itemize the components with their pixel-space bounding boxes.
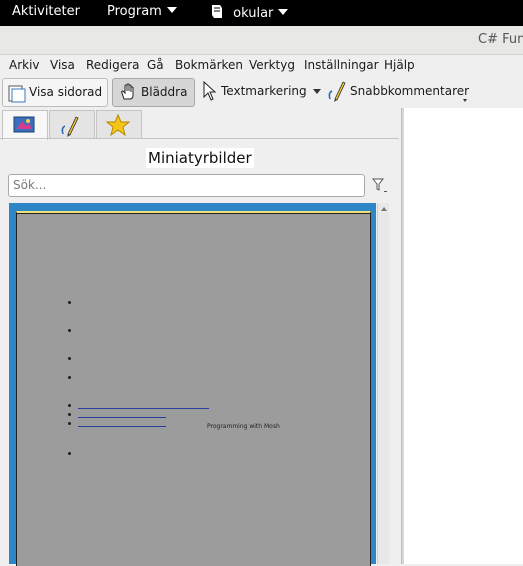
chevron-down-icon xyxy=(278,9,289,15)
bullet-3 xyxy=(68,357,71,360)
text-select-button[interactable]: Textmarkering xyxy=(221,84,307,98)
bullet-2 xyxy=(68,329,71,332)
tab-thumbnails[interactable] xyxy=(2,110,48,140)
quick-annotations-button[interactable]: Snabbkommentarer xyxy=(350,84,469,98)
app-menu-label: okular xyxy=(233,6,274,21)
search-field[interactable] xyxy=(8,174,365,197)
annotation-pencil-icon xyxy=(61,116,79,137)
thumbnail-caption: Programming with Mosh xyxy=(207,423,280,430)
okular-icon xyxy=(212,5,222,18)
filter-icon[interactable] xyxy=(372,178,388,194)
window-titlebar[interactable]: C# Fund xyxy=(0,26,523,55)
menubar: Arkiv Visa Redigera Gå Bokmärken Verktyg… xyxy=(0,55,523,77)
app-menu[interactable]: okular xyxy=(210,4,289,21)
menu-verktyg[interactable]: Verktyg xyxy=(249,58,295,72)
pencil-highlighter-icon xyxy=(328,81,346,102)
tab-separator xyxy=(0,138,399,139)
tab-bookmarks[interactable] xyxy=(96,110,142,139)
panel-title: Miniatyrbilder xyxy=(146,148,254,168)
menu-bokmarken[interactable]: Bokmärken xyxy=(175,58,243,72)
browse-tool-label: Bläddra xyxy=(141,85,188,99)
thumbnail-scrollbar[interactable] xyxy=(377,203,389,564)
dropdown-arrow-icon[interactable] xyxy=(313,89,321,94)
chevron-down-icon xyxy=(166,7,177,13)
menu-redigera[interactable]: Redigera xyxy=(86,58,139,72)
toolbar: Visa sidorad Bläddra Textmarkering Snabb… xyxy=(0,77,523,108)
bullet-5 xyxy=(68,404,71,407)
program-menu[interactable]: Program xyxy=(107,4,177,19)
menu-arkiv[interactable]: Arkiv xyxy=(9,58,40,72)
bullet-8 xyxy=(68,452,71,455)
page-view-icon xyxy=(8,85,26,103)
quick-annotations-arrow-icon[interactable] xyxy=(463,99,467,102)
scroll-up-arrow-icon[interactable] xyxy=(381,207,387,211)
document-view[interactable] xyxy=(404,108,523,564)
star-icon xyxy=(106,114,130,136)
link-line-2 xyxy=(78,417,166,418)
tab-annotations[interactable] xyxy=(49,110,95,139)
window-title: C# Fund xyxy=(478,32,523,47)
program-menu-label: Program xyxy=(107,4,162,19)
thumbnails-icon xyxy=(13,116,35,133)
menu-installningar[interactable]: Inställningar xyxy=(304,58,379,72)
top-panel: Aktiviteter Program okular xyxy=(0,0,523,26)
bullet-1 xyxy=(68,301,71,304)
menu-visa[interactable]: Visa xyxy=(50,58,75,72)
browse-tool-button[interactable]: Bläddra xyxy=(112,78,195,107)
menu-ga[interactable]: Gå xyxy=(147,58,164,72)
link-line-1 xyxy=(78,408,209,409)
single-page-button[interactable]: Visa sidorad xyxy=(2,78,108,107)
link-line-3 xyxy=(78,426,166,427)
menu-hjalp[interactable]: Hjälp xyxy=(384,58,415,72)
single-page-label: Visa sidorad xyxy=(29,85,103,99)
page-thumbnail[interactable]: Programming with Mosh xyxy=(16,211,371,566)
bullet-6 xyxy=(68,413,71,416)
search-input[interactable] xyxy=(9,175,357,194)
text-select-cursor-icon xyxy=(203,81,217,101)
bullet-4 xyxy=(68,376,71,379)
hand-icon xyxy=(121,83,134,100)
bullet-7 xyxy=(68,422,71,425)
page-edge xyxy=(17,213,370,214)
activities-button[interactable]: Aktiviteter xyxy=(12,4,80,19)
